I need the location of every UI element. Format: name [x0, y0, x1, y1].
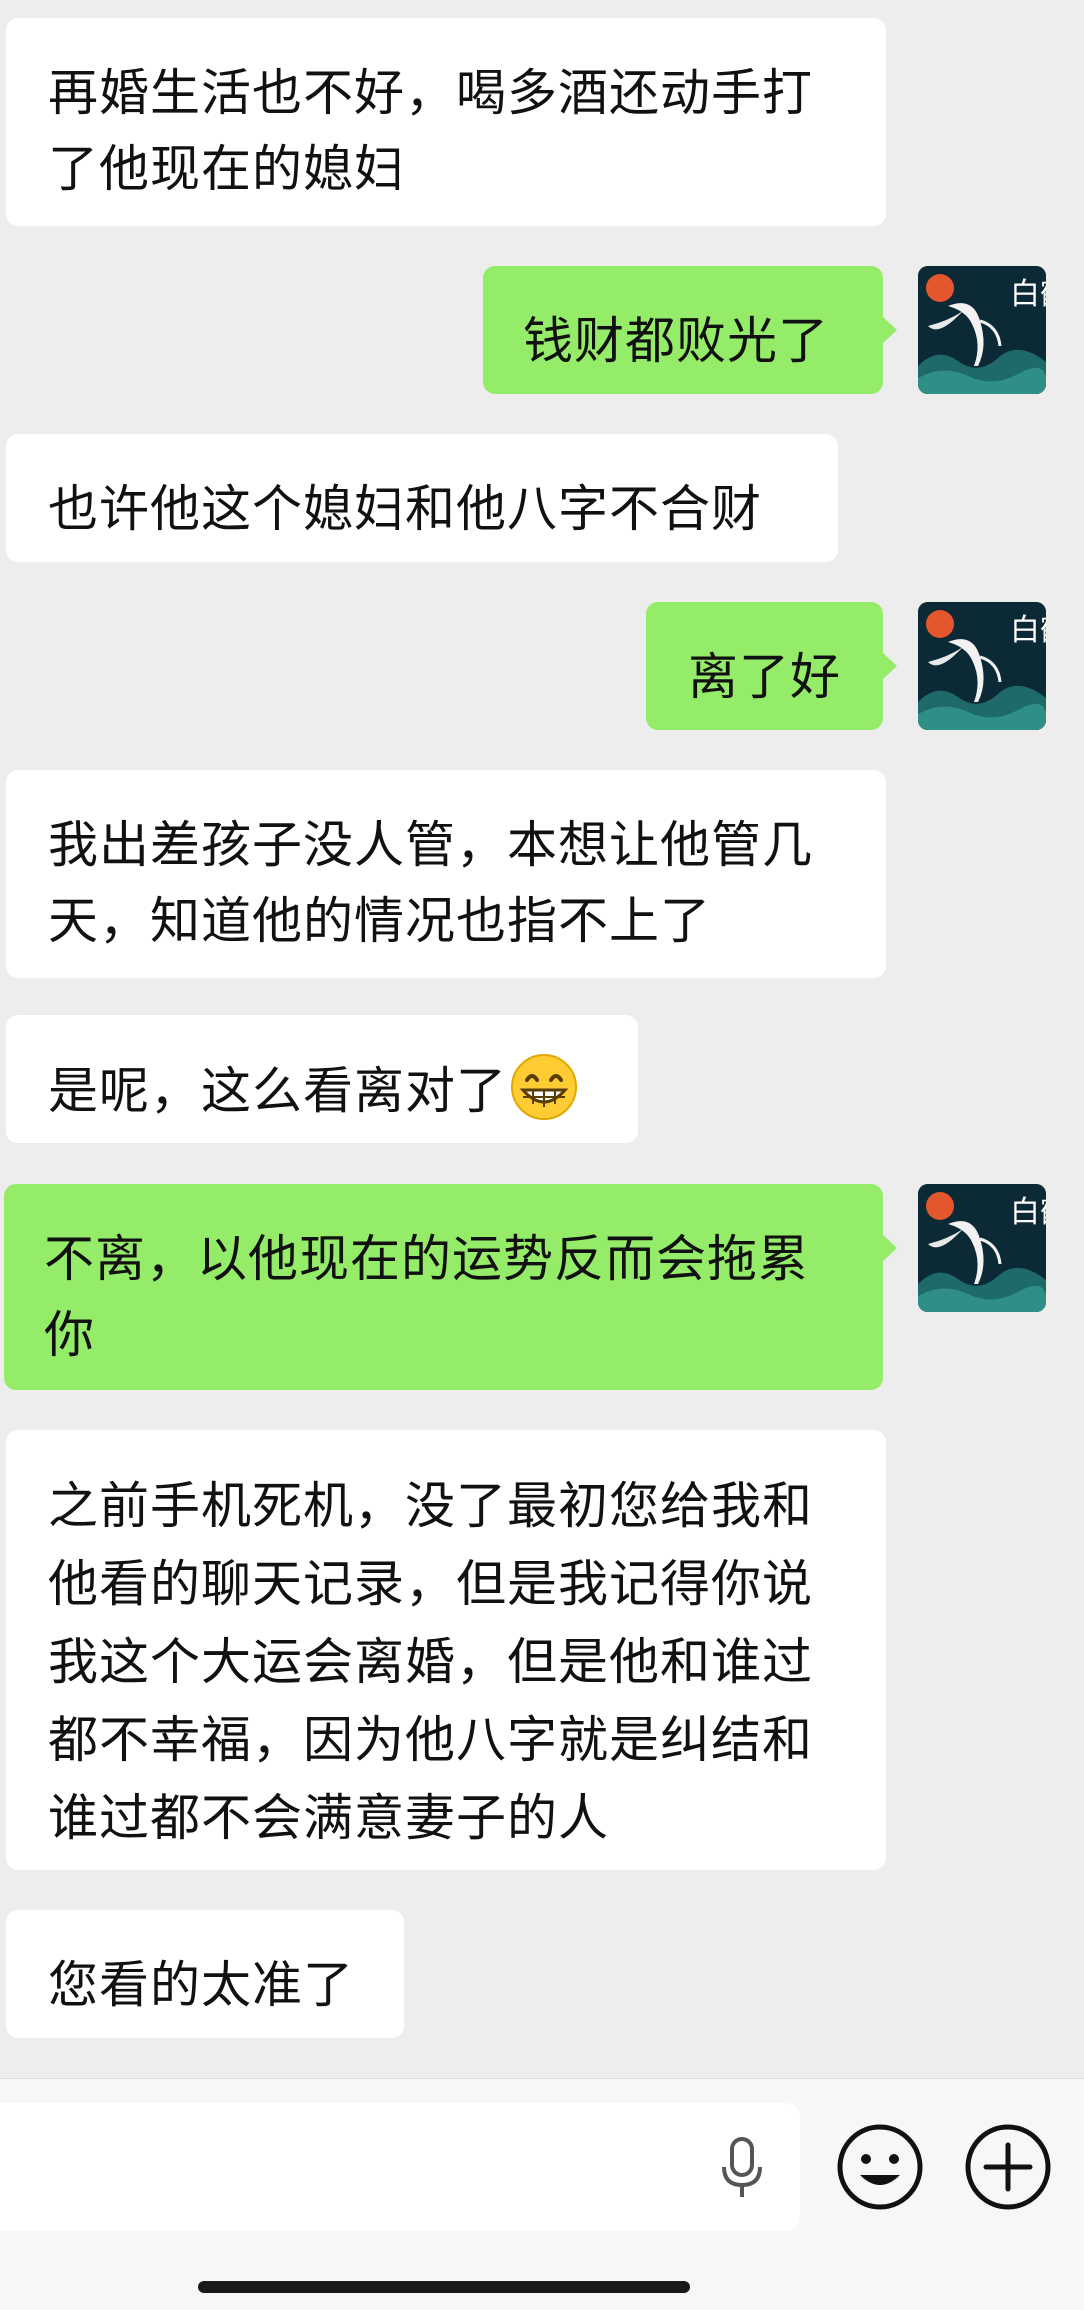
message-bubble-incoming[interactable]: 再婚生活也不好，喝多酒还动手打了他现在的媳妇: [6, 18, 886, 226]
message-text: 再婚生活也不好，喝多酒还动手打了他现在的媳妇: [48, 64, 813, 198]
message-text: 我出差孩子没人管，本想让他管几天，知道他的情况也指不上了: [48, 816, 813, 950]
message-text: 也许他这个媳妇和他八字不合财: [48, 480, 762, 538]
message-bubble-outgoing[interactable]: 不离，以他现在的运势反而会拖累你: [4, 1184, 897, 1390]
message-text: 离了好: [688, 648, 841, 706]
crane-avatar-icon: 白鹤: [918, 1184, 1046, 1312]
svg-text:白鹤: 白鹤: [1010, 1195, 1046, 1230]
message-text: 之前手机死机，没了最初您给我和他看的聊天记录，但是我记得你说我这个大运会离婚，但…: [48, 1477, 813, 1847]
message-text: 不离，以他现在的运势反而会拖累你: [44, 1230, 809, 1364]
message-bubble-incoming[interactable]: 您看的太准了: [6, 1910, 404, 2038]
input-bar: [0, 2078, 1084, 2310]
avatar[interactable]: 白鹤: [918, 266, 1046, 394]
home-indicator[interactable]: [198, 2281, 690, 2293]
microphone-icon[interactable]: [712, 2133, 772, 2203]
crane-avatar-icon: 白鹤: [918, 602, 1046, 730]
message-bubble-outgoing[interactable]: 钱财都败光了: [483, 266, 897, 394]
message-bubble-incoming[interactable]: 之前手机死机，没了最初您给我和他看的聊天记录，但是我记得你说我这个大运会离婚，但…: [6, 1430, 886, 1870]
message-bubble-outgoing[interactable]: 离了好: [646, 602, 897, 730]
avatar[interactable]: 白鹤: [918, 602, 1046, 730]
plus-icon[interactable]: [964, 2123, 1052, 2211]
message-bubble-incoming[interactable]: 是呢，这么看离对了: [6, 1015, 638, 1143]
message-input[interactable]: [0, 2103, 800, 2231]
avatar[interactable]: 白鹤: [918, 1184, 1046, 1312]
grinning-face-emoji: [511, 1054, 577, 1120]
emoji-icon[interactable]: [836, 2123, 924, 2211]
message-text: 是呢，这么看离对了: [48, 1062, 507, 1120]
message-bubble-incoming[interactable]: 我出差孩子没人管，本想让他管几天，知道他的情况也指不上了: [6, 770, 886, 978]
message-text: 钱财都败光了: [523, 312, 829, 370]
svg-text:白鹤: 白鹤: [1010, 613, 1046, 648]
chat-area[interactable]: 再婚生活也不好，喝多酒还动手打了他现在的媳妇 钱财都败光了 白鹤 也许他这个媳妇…: [0, 0, 1084, 2078]
svg-text:白鹤: 白鹤: [1010, 277, 1046, 312]
message-text: 您看的太准了: [48, 1956, 354, 2014]
crane-avatar-icon: 白鹤: [918, 266, 1046, 394]
message-bubble-incoming[interactable]: 也许他这个媳妇和他八字不合财: [6, 434, 838, 562]
